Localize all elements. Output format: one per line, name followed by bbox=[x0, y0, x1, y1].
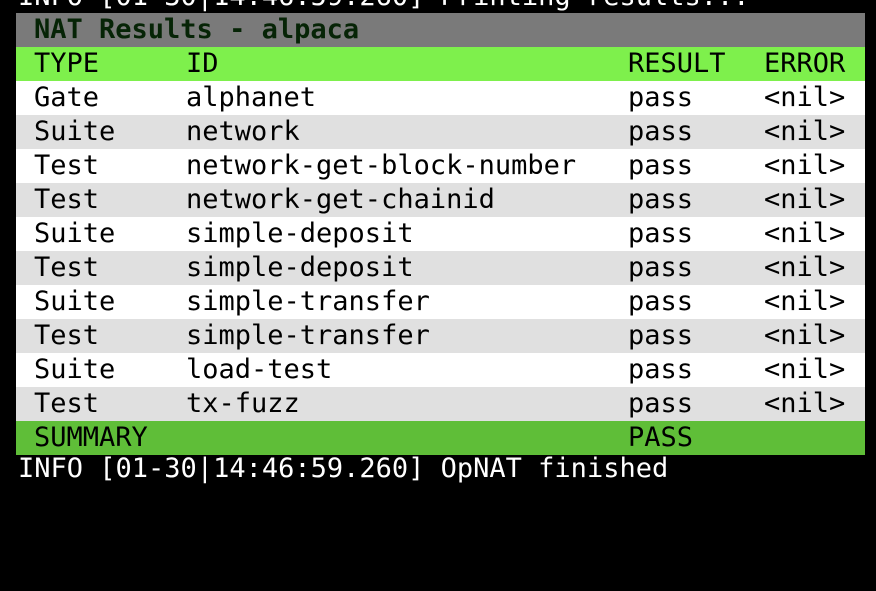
cell-type: Test bbox=[34, 388, 100, 419]
column-header-type: TYPE bbox=[34, 48, 100, 79]
cell-error: <nil> bbox=[764, 184, 846, 215]
cell-result: pass bbox=[628, 82, 694, 113]
table-summary-row: SUMMARY PASS bbox=[16, 421, 865, 455]
cell-id: simple-deposit bbox=[186, 218, 414, 249]
table-row: Suite load-test pass <nil> bbox=[16, 353, 865, 387]
cell-error: <nil> bbox=[764, 116, 846, 147]
cell-type: Gate bbox=[34, 82, 100, 113]
cell-type: Suite bbox=[34, 218, 116, 249]
cell-type: Test bbox=[34, 320, 100, 351]
cell-error: <nil> bbox=[764, 388, 846, 419]
cell-type: Suite bbox=[34, 116, 116, 147]
table-title: NAT Results - alpaca bbox=[34, 14, 360, 45]
column-header-id: ID bbox=[186, 48, 219, 79]
cell-id: network-get-block-number bbox=[186, 150, 577, 181]
table-row: Test simple-deposit pass <nil> bbox=[16, 251, 865, 285]
cell-error: <nil> bbox=[764, 354, 846, 385]
cell-type: Test bbox=[34, 150, 100, 181]
log-line-opnat-finished: INFO [01-30|14:46:59.260] OpNAT finished bbox=[18, 453, 669, 484]
table-row: Test simple-transfer pass <nil> bbox=[16, 319, 865, 353]
cell-result: pass bbox=[628, 388, 694, 419]
cell-id: alphanet bbox=[186, 82, 317, 113]
cell-error: <nil> bbox=[764, 82, 846, 113]
cell-type: Suite bbox=[34, 286, 116, 317]
table-title-bar: NAT Results - alpaca bbox=[16, 13, 865, 47]
cell-type: Test bbox=[34, 184, 100, 215]
cell-result: pass bbox=[628, 116, 694, 147]
log-line-printing-results: INFO [01-30|14:46:59.260] Printing resul… bbox=[18, 0, 750, 14]
cell-type: Test bbox=[34, 252, 100, 283]
cell-error: <nil> bbox=[764, 150, 846, 181]
cell-id: simple-transfer bbox=[186, 286, 430, 317]
cell-result: pass bbox=[628, 354, 694, 385]
cell-error: <nil> bbox=[764, 252, 846, 283]
cell-id: network-get-chainid bbox=[186, 184, 495, 215]
table-row: Test tx-fuzz pass <nil> bbox=[16, 387, 865, 421]
table-row: Suite network pass <nil> bbox=[16, 115, 865, 149]
cell-result: pass bbox=[628, 184, 694, 215]
table-row: Suite simple-transfer pass <nil> bbox=[16, 285, 865, 319]
cell-result: pass bbox=[628, 320, 694, 351]
cell-id: network bbox=[186, 116, 300, 147]
table-row: Gate alphanet pass <nil> bbox=[16, 81, 865, 115]
table-row: Test network-get-block-number pass <nil> bbox=[16, 149, 865, 183]
table-row: Suite simple-deposit pass <nil> bbox=[16, 217, 865, 251]
cell-error: <nil> bbox=[764, 218, 846, 249]
column-header-error: ERROR bbox=[764, 48, 846, 79]
nat-results-table: NAT Results - alpaca TYPE ID RESULT ERRO… bbox=[16, 13, 865, 455]
cell-id: tx-fuzz bbox=[186, 388, 300, 419]
cell-result: pass bbox=[628, 286, 694, 317]
cell-result: pass bbox=[628, 150, 694, 181]
cell-result: pass bbox=[628, 252, 694, 283]
cell-id: simple-deposit bbox=[186, 252, 414, 283]
cell-type: Suite bbox=[34, 354, 116, 385]
column-header-result: RESULT bbox=[628, 48, 726, 79]
cell-id: load-test bbox=[186, 354, 333, 385]
table-header-row: TYPE ID RESULT ERROR bbox=[16, 47, 865, 81]
cell-id: simple-transfer bbox=[186, 320, 430, 351]
summary-result: PASS bbox=[628, 422, 694, 453]
cell-error: <nil> bbox=[764, 286, 846, 317]
cell-error: <nil> bbox=[764, 320, 846, 351]
cell-result: pass bbox=[628, 218, 694, 249]
table-row: Test network-get-chainid pass <nil> bbox=[16, 183, 865, 217]
summary-label: SUMMARY bbox=[34, 422, 148, 453]
